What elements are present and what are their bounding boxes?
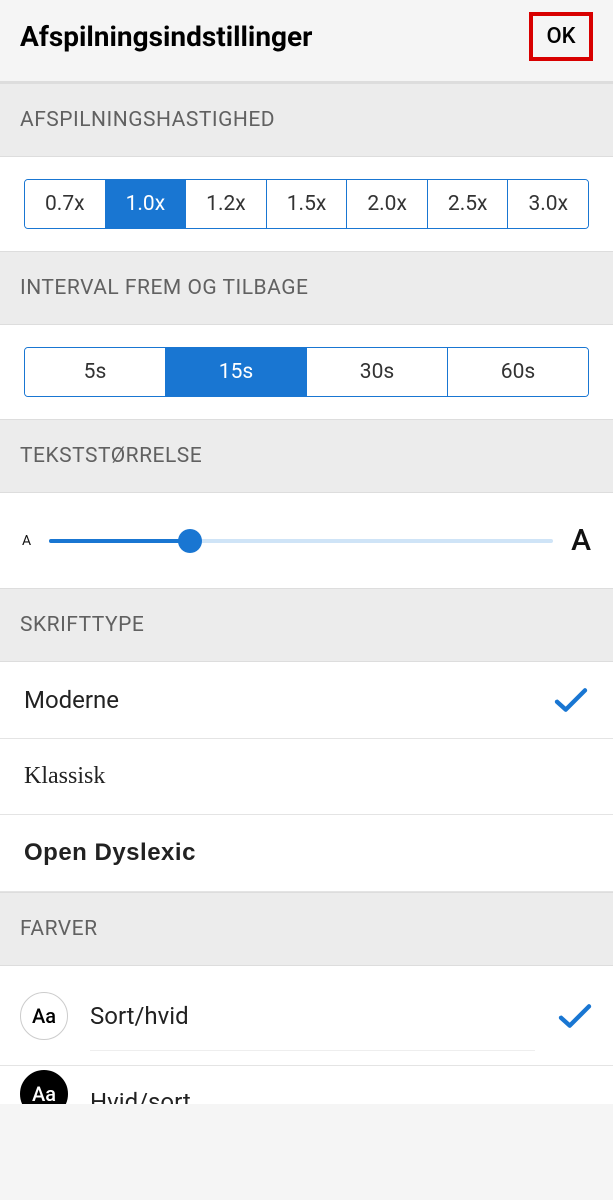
- speed-option[interactable]: 1.0x: [106, 180, 187, 228]
- textsize-max-label: A: [571, 523, 591, 558]
- section-heading-textsize: TEKSTSTØRRELSE: [0, 419, 613, 493]
- interval-option[interactable]: 15s: [166, 348, 307, 396]
- textsize-min-label: A: [22, 533, 31, 549]
- slider-thumb[interactable]: [178, 529, 202, 553]
- page-title: Afspilningsindstillinger: [20, 20, 312, 53]
- slider-fill: [49, 539, 190, 543]
- ok-button[interactable]: OK: [529, 12, 593, 61]
- color-swatch: Aa: [20, 1070, 68, 1104]
- header: Afspilningsindstillinger OK: [0, 0, 613, 83]
- color-swatch: Aa: [20, 992, 68, 1040]
- textsize-slider[interactable]: [49, 529, 553, 553]
- section-heading-fonttype: SKRIFTTYPE: [0, 588, 613, 662]
- color-option[interactable]: Aa Sort/hvid: [0, 966, 613, 1066]
- color-list: Aa Sort/hvid Aa Hvid/sort: [0, 966, 613, 1104]
- font-option-label: Moderne: [24, 686, 119, 714]
- textsize-slider-row: A A: [0, 493, 613, 588]
- color-option-label: Sort/hvid: [90, 980, 535, 1051]
- font-option-label: Open Dyslexic: [24, 839, 196, 867]
- interval-segment: 5s15s30s60s: [24, 347, 589, 397]
- interval-option[interactable]: 60s: [448, 348, 588, 396]
- section-heading-colors: FARVER: [0, 892, 613, 966]
- color-option[interactable]: Aa Hvid/sort: [0, 1066, 613, 1104]
- check-icon: [553, 686, 589, 714]
- speed-option[interactable]: 2.0x: [347, 180, 428, 228]
- interval-option[interactable]: 30s: [307, 348, 448, 396]
- font-option-label: Klassisk: [24, 763, 105, 790]
- font-option[interactable]: Klassisk: [0, 739, 613, 815]
- check-icon: [557, 1002, 593, 1030]
- speed-option[interactable]: 2.5x: [428, 180, 509, 228]
- section-heading-speed: AFSPILNINGSHASTIGHED: [0, 83, 613, 157]
- font-list: Moderne Klassisk Open Dyslexic: [0, 662, 613, 892]
- interval-segment-wrap: 5s15s30s60s: [0, 325, 613, 419]
- speed-segment: 0.7x1.0x1.2x1.5x2.0x2.5x3.0x: [24, 179, 589, 229]
- speed-option[interactable]: 1.5x: [267, 180, 348, 228]
- speed-option[interactable]: 0.7x: [25, 180, 106, 228]
- interval-option[interactable]: 5s: [25, 348, 166, 396]
- speed-segment-wrap: 0.7x1.0x1.2x1.5x2.0x2.5x3.0x: [0, 157, 613, 251]
- font-option[interactable]: Open Dyslexic: [0, 815, 613, 892]
- color-option-label: Hvid/sort: [90, 1070, 191, 1104]
- font-option[interactable]: Moderne: [0, 662, 613, 739]
- section-heading-interval: INTERVAL FREM OG TILBAGE: [0, 251, 613, 325]
- speed-option[interactable]: 1.2x: [186, 180, 267, 228]
- speed-option[interactable]: 3.0x: [508, 180, 588, 228]
